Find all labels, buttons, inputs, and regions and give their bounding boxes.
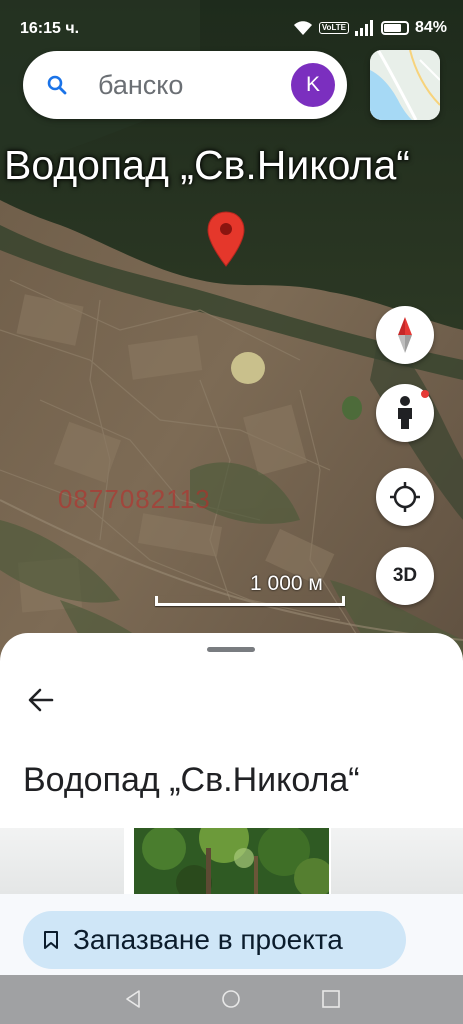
satellite-map[interactable]: 16:15 ч. VoLTE 84% банско K Водопад „Св.… <box>0 0 463 700</box>
back-arrow-icon[interactable] <box>24 683 58 717</box>
home-icon[interactable] <box>220 988 242 1010</box>
photo-main[interactable] <box>134 828 329 894</box>
battery-level <box>383 24 401 32</box>
compass-button[interactable] <box>376 306 434 364</box>
scale-bar <box>155 596 345 606</box>
pegman-icon <box>398 396 412 429</box>
my-location-icon <box>390 482 420 512</box>
forest-photo <box>134 828 329 894</box>
save-to-project-button[interactable]: Запазване в проекта <box>23 911 406 969</box>
back-icon[interactable] <box>122 988 144 1010</box>
bookmark-icon <box>44 931 58 949</box>
place-title: Водопад „Св.Никола“ <box>23 761 360 799</box>
drag-handle[interactable] <box>207 647 255 652</box>
status-time: 16:15 ч. <box>20 20 80 37</box>
battery-percent: 84% <box>414 19 447 36</box>
my-location-button[interactable] <box>376 468 434 526</box>
map-type-button[interactable] <box>370 50 440 120</box>
photo-right[interactable] <box>331 828 463 894</box>
wifi-icon <box>293 21 312 35</box>
photo-left[interactable] <box>0 828 124 894</box>
system-nav-bar <box>0 975 463 1024</box>
watermark-text: 0877082113 <box>58 484 211 514</box>
notification-dot <box>421 390 429 398</box>
volte-icon: VoLTE <box>318 22 349 34</box>
screen: 16:15 ч. VoLTE 84% банско K Водопад „Св.… <box>0 0 463 1024</box>
action-area: Запазване в проекта <box>0 894 463 978</box>
location-pin-icon[interactable] <box>206 210 246 268</box>
signal-icon <box>354 20 373 36</box>
3d-button[interactable]: 3D <box>376 547 434 605</box>
save-button-label: Запазване в проекта <box>73 924 343 955</box>
compass-icon <box>398 317 412 353</box>
status-bar: 16:15 ч. VoLTE 84% <box>0 0 463 52</box>
battery-icon <box>380 21 409 35</box>
map-thumbnail-icon <box>370 50 440 120</box>
status-icons: VoLTE 84% <box>293 19 447 37</box>
recents-icon[interactable] <box>320 988 342 1010</box>
photo-strip[interactable] <box>0 828 463 894</box>
search-input[interactable]: банско <box>98 70 183 101</box>
avatar[interactable]: K <box>291 63 335 107</box>
street-view-button[interactable] <box>376 384 434 442</box>
place-sheet: Водопад „Св.Никола“ Запазване в проекта <box>0 633 463 978</box>
search-bar[interactable]: банско K <box>23 51 347 119</box>
place-label[interactable]: Водопад „Св.Никола“ <box>4 142 410 189</box>
search-icon[interactable] <box>45 73 69 97</box>
scale-label: 1 000 м <box>250 572 323 595</box>
